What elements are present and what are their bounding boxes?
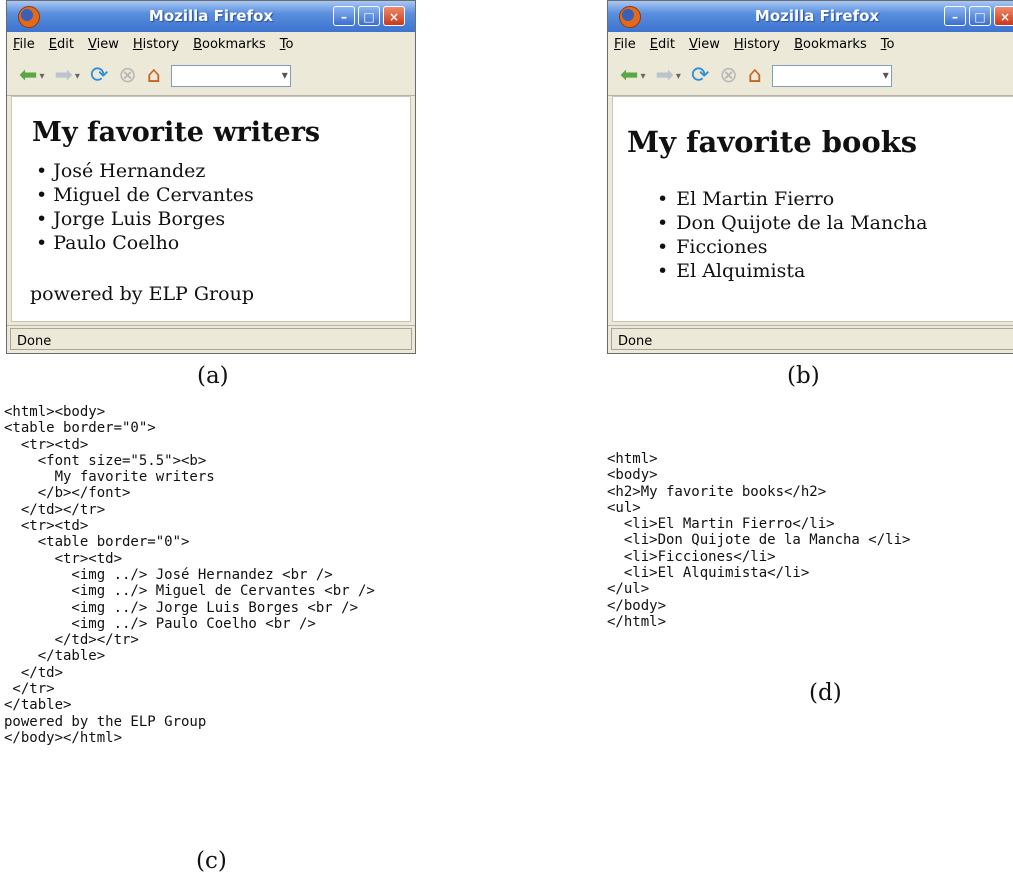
browser-window-books: Mozilla Firefox – □ × File Edit View His… xyxy=(607,0,1013,354)
window-controls: – □ × xyxy=(944,6,1013,26)
caption-d: (d) xyxy=(809,680,842,706)
list-item: El Martin Fierro xyxy=(657,187,927,211)
forward-dropdown-icon[interactable]: ▾ xyxy=(676,71,681,82)
list-item: Paulo Coelho xyxy=(36,231,254,255)
menu-bar: File Edit View History Bookmarks To xyxy=(7,32,415,57)
status-frame xyxy=(611,328,1013,350)
menu-file[interactable]: File xyxy=(13,37,35,52)
html-source-books: <html> <body> <h2>My favorite books</h2>… xyxy=(607,451,911,630)
footer-text: powered by ELP Group xyxy=(30,283,254,305)
list-item: Don Quijote de la Mancha xyxy=(657,211,927,235)
books-list: El Martin Fierro Don Quijote de la Manch… xyxy=(657,187,927,283)
list-item: Jorge Luis Borges xyxy=(36,207,254,231)
navigation-toolbar: ⬅ ▾ ➡ ▾ ⟳ ⊗ ⌂ xyxy=(7,57,415,96)
url-input[interactable] xyxy=(170,65,291,87)
forward-dropdown-icon[interactable]: ▾ xyxy=(75,71,80,82)
list-item: El Alquimista xyxy=(657,259,927,283)
menu-history[interactable]: History xyxy=(133,37,179,52)
back-dropdown-icon[interactable]: ▾ xyxy=(640,71,645,82)
title-bar: Mozilla Firefox – □ × xyxy=(7,1,415,32)
back-dropdown-icon[interactable]: ▾ xyxy=(39,71,44,82)
minimize-button[interactable]: – xyxy=(333,6,355,26)
caption-a: (a) xyxy=(197,363,229,389)
caption-b: (b) xyxy=(787,363,820,389)
menu-bookmarks[interactable]: Bookmarks xyxy=(193,37,266,52)
menu-view[interactable]: View xyxy=(88,37,119,52)
page-heading: My favorite books xyxy=(627,125,918,159)
reload-icon[interactable]: ⟳ xyxy=(691,65,709,87)
stop-icon[interactable]: ⊗ xyxy=(118,65,136,87)
url-input[interactable] xyxy=(771,65,892,87)
title-bar: Mozilla Firefox – □ × xyxy=(608,1,1013,32)
menu-history[interactable]: History xyxy=(734,37,780,52)
caption-c: (c) xyxy=(196,848,227,874)
menu-edit[interactable]: Edit xyxy=(49,37,74,52)
status-frame xyxy=(10,328,412,350)
page-content: My favorite writers José Hernandez Migue… xyxy=(11,96,411,322)
browser-window-writers: Mozilla Firefox – □ × File Edit View His… xyxy=(6,0,416,354)
maximize-button[interactable]: □ xyxy=(358,6,380,26)
back-arrow-icon[interactable]: ⬅ xyxy=(620,65,638,87)
menu-tools[interactable]: To xyxy=(280,37,294,52)
page-content: My favorite books El Martin Fierro Don Q… xyxy=(612,96,1013,322)
list-item: José Hernandez xyxy=(36,159,254,183)
menu-edit[interactable]: Edit xyxy=(650,37,675,52)
navigation-toolbar: ⬅ ▾ ➡ ▾ ⟳ ⊗ ⌂ xyxy=(608,57,1013,96)
minimize-button[interactable]: – xyxy=(944,6,966,26)
reload-icon[interactable]: ⟳ xyxy=(90,65,108,87)
menu-bar: File Edit View History Bookmarks To xyxy=(608,32,1013,57)
menu-bookmarks[interactable]: Bookmarks xyxy=(794,37,867,52)
maximize-button[interactable]: □ xyxy=(969,6,991,26)
status-bar: Done xyxy=(608,325,1013,353)
writers-list: José Hernandez Miguel de Cervantes Jorge… xyxy=(36,159,254,255)
menu-tools[interactable]: To xyxy=(881,37,895,52)
page-heading: My favorite writers xyxy=(32,117,321,148)
close-button[interactable]: × xyxy=(383,6,405,26)
close-button[interactable]: × xyxy=(994,6,1013,26)
stop-icon[interactable]: ⊗ xyxy=(719,65,737,87)
list-item: Miguel de Cervantes xyxy=(36,183,254,207)
window-controls: – □ × xyxy=(333,6,405,26)
forward-arrow-icon[interactable]: ➡ xyxy=(655,65,673,87)
menu-view[interactable]: View xyxy=(689,37,720,52)
menu-file[interactable]: File xyxy=(614,37,636,52)
home-icon[interactable]: ⌂ xyxy=(748,65,762,87)
forward-arrow-icon[interactable]: ➡ xyxy=(54,65,72,87)
status-bar: Done xyxy=(7,325,415,353)
html-source-writers: <html><body> <table border="0"> <tr><td>… xyxy=(4,404,375,746)
home-icon[interactable]: ⌂ xyxy=(147,65,161,87)
back-arrow-icon[interactable]: ⬅ xyxy=(19,65,37,87)
list-item: Ficciones xyxy=(657,235,927,259)
